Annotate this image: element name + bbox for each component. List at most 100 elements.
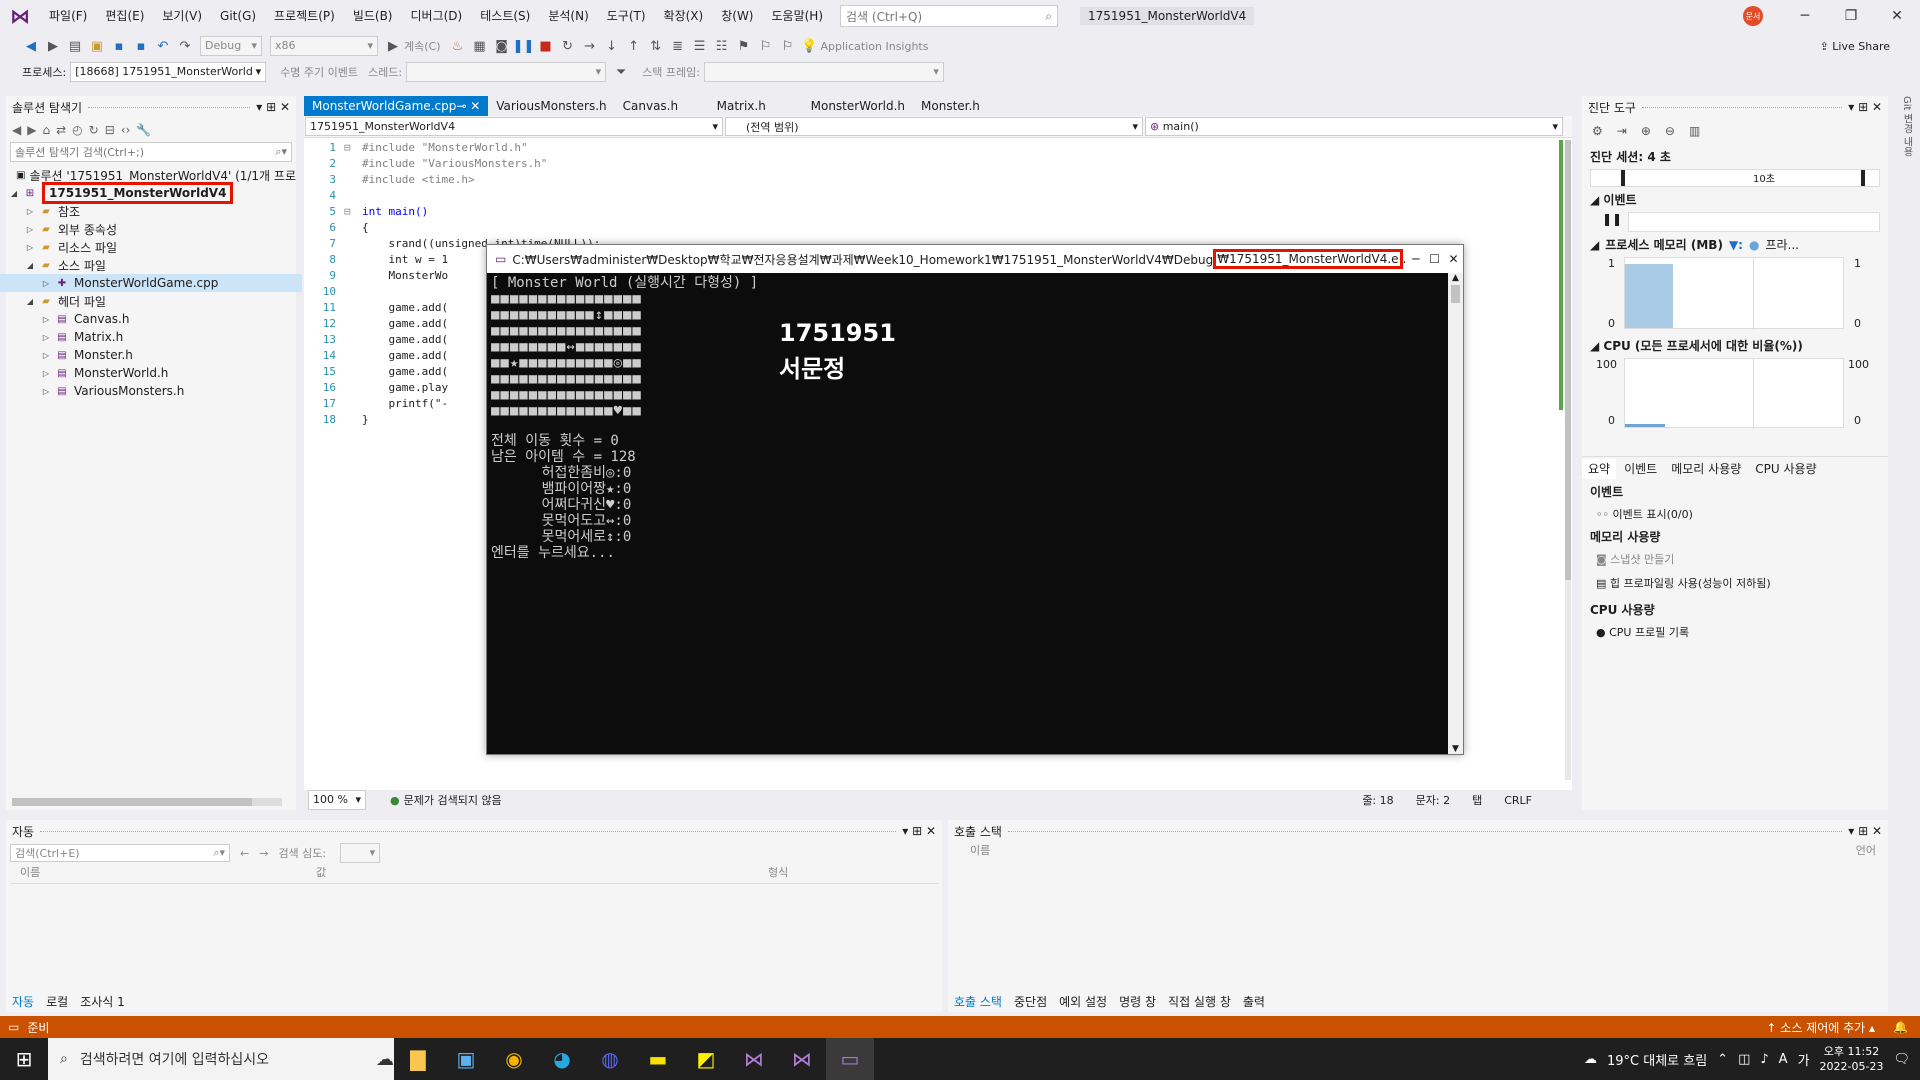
screenshot-icon[interactable]: ◙ xyxy=(491,35,513,57)
hot-reload-icon[interactable]: ♨ xyxy=(447,35,469,57)
file-explorer-icon[interactable]: ▇ xyxy=(394,1038,442,1080)
menu-item[interactable]: 프로젝트(P) xyxy=(265,0,344,32)
menu-item[interactable]: 도구(T) xyxy=(598,0,655,32)
console-taskbar-icon[interactable]: ▭ xyxy=(826,1038,874,1080)
continue-icon[interactable]: ▶ xyxy=(382,35,404,57)
config-select[interactable]: Debug ▾ xyxy=(200,36,262,56)
menu-item[interactable]: 확장(X) xyxy=(655,0,713,32)
chart-icon[interactable]: ▥ xyxy=(1689,124,1700,138)
close-icon[interactable]: ▾ ⊞ ✕ xyxy=(902,824,936,838)
stack-frame-select[interactable]: ▾ xyxy=(703,62,944,82)
editor-tab[interactable]: MonsterWorld.h xyxy=(803,96,913,116)
expand-icon[interactable]: ▷ xyxy=(38,351,54,360)
stop-icon[interactable]: ■ xyxy=(535,35,557,57)
close-icon[interactable]: ▾ ⊞ ✕ xyxy=(1848,100,1882,114)
pause-icon[interactable]: ❚❚ xyxy=(513,35,535,57)
notification-center-icon[interactable]: 🗨 xyxy=(1893,1052,1910,1067)
zoom-select[interactable]: 100 % ▾ xyxy=(308,790,366,810)
export-icon[interactable]: ⇥ xyxy=(1617,124,1627,138)
tree-item[interactable]: ▷ ▰ 외부 종속성 xyxy=(6,220,296,238)
menu-item[interactable]: 디버그(D) xyxy=(402,0,472,32)
lifecycle-events[interactable]: 수명 주기 이벤트 xyxy=(280,64,358,80)
close-button[interactable]: ✕ xyxy=(1874,0,1920,32)
events-track[interactable]: ❚❚ xyxy=(1602,212,1880,232)
expand-icon[interactable]: ▷ xyxy=(22,225,38,234)
sticky-notes-icon[interactable]: ◩ xyxy=(682,1038,730,1080)
memory-chart[interactable]: 1 0 1 0 xyxy=(1582,257,1888,333)
redo-icon[interactable]: ↷ xyxy=(174,35,196,57)
collapse-icon[interactable]: ⊟ xyxy=(105,123,115,137)
tree-item[interactable]: ▷ ▤ Monster.h xyxy=(6,346,296,364)
avatar[interactable]: 문서 xyxy=(1743,6,1763,26)
taskbar-search-input[interactable]: ⌕ 검색하려면 여기에 입력하십시오 ☁ xyxy=(48,1038,394,1080)
tree-item[interactable]: ▷ ▤ Matrix.h xyxy=(6,328,296,346)
menu-item[interactable]: 도움말(H) xyxy=(763,0,833,32)
step-into-icon[interactable]: ↓ xyxy=(601,35,623,57)
step-over-icon[interactable]: → xyxy=(579,35,601,57)
expand-icon[interactable]: ◢ xyxy=(22,261,38,270)
console-maximize-button[interactable]: ☐ xyxy=(1425,252,1444,266)
issues-status[interactable]: 문제가 검색되지 않음 xyxy=(404,792,502,808)
application-insights[interactable]: Application Insights xyxy=(821,40,929,53)
discord-icon[interactable]: ◍ xyxy=(586,1038,634,1080)
menu-item[interactable]: 파일(F) xyxy=(40,0,96,32)
expand-icon[interactable]: ▷ xyxy=(22,207,38,216)
forward-icon[interactable]: ▶ xyxy=(27,123,36,137)
tree-item[interactable]: ▷ ▰ 참조 xyxy=(6,202,296,220)
bookmark-clear-icon[interactable]: ⚐ xyxy=(777,35,799,57)
weather-text[interactable]: 19°C 대체로 흐림 xyxy=(1607,1050,1707,1069)
call-stack-tab[interactable]: 호출 스택 xyxy=(948,992,1008,1012)
back-icon[interactable]: ← xyxy=(240,847,249,860)
browse-icon[interactable]: ▦ xyxy=(469,35,491,57)
editor-tab[interactable]: MonsterWorldGame.cpp ⊸ ✕ xyxy=(304,96,489,116)
menu-item[interactable]: 테스트(S) xyxy=(471,0,539,32)
code-icon[interactable]: ‹› xyxy=(121,123,131,137)
notification-icon[interactable]: 🔔 xyxy=(1893,1020,1908,1034)
expand-icon[interactable]: ▷ xyxy=(38,315,54,324)
solution-search-input[interactable]: 솔루션 탐색기 검색(Ctrl+;) ⌕▾ xyxy=(10,142,292,162)
kakaotalk-icon[interactable]: ▬ xyxy=(634,1038,682,1080)
console-title-bar[interactable]: ▭ C:₩Users₩administer₩Desktop₩학교₩전자응용설계₩… xyxy=(487,245,1463,273)
call-stack-tab[interactable]: 출력 xyxy=(1237,992,1271,1012)
bookmark-icon[interactable]: ⚑ xyxy=(733,35,755,57)
chevron-up-icon[interactable]: ⌃ xyxy=(1717,1052,1728,1067)
editor-tab[interactable]: Canvas.h xyxy=(615,96,709,116)
back-icon[interactable]: ◀ xyxy=(20,35,42,57)
call-stack-tab[interactable]: 중단점 xyxy=(1008,992,1053,1012)
nav-project-select[interactable]: 1751951_MonsterWorldV4 ▾ xyxy=(305,117,723,136)
bookmark-next-icon[interactable]: ⚐ xyxy=(755,35,777,57)
nav-function-select[interactable]: ⊛ main() ▾ xyxy=(1145,117,1563,136)
nav-scope-select[interactable]: (전역 범위) ▾ xyxy=(725,117,1143,136)
source-control-button[interactable]: ↑ 소스 제어에 추가 ▴ xyxy=(1766,1019,1875,1036)
call-stack-tab[interactable]: 직접 실행 창 xyxy=(1162,992,1237,1012)
diag-tab[interactable]: 이벤트 xyxy=(1618,459,1663,479)
continue-label[interactable]: 계속(C) xyxy=(404,38,441,54)
expand-icon[interactable]: ▷ xyxy=(22,243,38,252)
menu-item[interactable]: 창(W) xyxy=(712,0,762,32)
tree-item[interactable]: ▷ ✚ MonsterWorldGame.cpp xyxy=(0,274,302,292)
forward-icon[interactable]: ▶ xyxy=(42,35,64,57)
volume-icon[interactable]: ♪ xyxy=(1760,1052,1768,1067)
menu-item[interactable]: 빌드(B) xyxy=(344,0,402,32)
snapshot-button[interactable]: ◙ 스냅샷 만들기 xyxy=(1582,549,1888,569)
diag-tab[interactable]: 메모리 사용량 xyxy=(1665,459,1747,479)
expand-icon[interactable]: ◢ xyxy=(22,297,38,306)
undo-icon[interactable]: ↶ xyxy=(152,35,174,57)
expand-icon[interactable]: ▷ xyxy=(38,369,54,378)
tree-item[interactable]: ▷ ▤ MonsterWorld.h xyxy=(6,364,296,382)
expand-icon[interactable]: ▷ xyxy=(38,387,54,396)
diag-timeline[interactable]: 10초 xyxy=(1590,169,1880,187)
heap-profiling-button[interactable]: ▤ 힙 프로파일링 사용(성능이 저하됨) xyxy=(1582,569,1888,597)
live-share-button[interactable]: ⇪ Live Share xyxy=(1820,40,1890,53)
console-window[interactable]: ▭ C:₩Users₩administer₩Desktop₩학교₩전자응용설계₩… xyxy=(486,244,1464,755)
sync-icon[interactable]: ⇄ xyxy=(56,123,66,137)
cpu-record-button[interactable]: ● CPU 프로필 기록 xyxy=(1582,622,1888,642)
ime-indicator[interactable]: A xyxy=(1779,1052,1788,1067)
close-icon[interactable]: ⊸ ✕ xyxy=(456,99,480,113)
close-icon[interactable]: ▾ ⊞ ✕ xyxy=(256,100,290,114)
editor-tab[interactable]: VariousMonsters.h xyxy=(488,96,614,116)
tree-item[interactable]: ▷ ▤ Canvas.h xyxy=(6,310,296,328)
visual-studio-icon[interactable]: ⋈ xyxy=(730,1038,778,1080)
properties-icon[interactable]: 🔧 xyxy=(136,123,151,137)
tree-item[interactable]: ▷ ▰ 리소스 파일 xyxy=(6,238,296,256)
